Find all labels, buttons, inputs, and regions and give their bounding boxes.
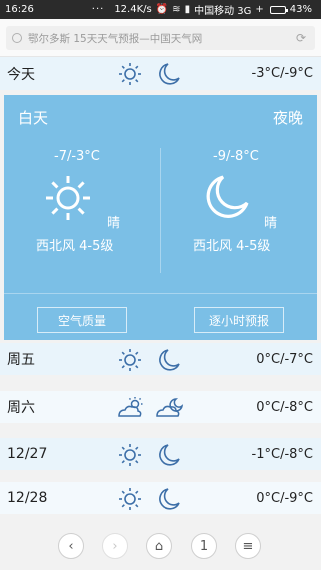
day-label: 12/27 (7, 446, 48, 462)
night-temp: -9/-8°C (213, 149, 259, 164)
column-divider (160, 148, 161, 273)
moon-icon (159, 488, 180, 510)
sun-icon-large (46, 176, 90, 220)
weather-icons (118, 397, 184, 417)
battery-percent: 43% (289, 4, 312, 15)
night-wind: 西北风 4-5级 (193, 239, 271, 254)
day-label: 12/28 (7, 490, 48, 506)
moon-icon (159, 63, 180, 85)
tab-count: 1 (199, 538, 209, 554)
tabs-button[interactable]: 1 (191, 533, 217, 559)
day-condition: 晴 (107, 216, 121, 231)
weather-icons (119, 63, 180, 85)
moon-icon (159, 349, 180, 371)
weather-icons (119, 444, 180, 466)
forecast-row[interactable]: 周六 0°C/-8°C (0, 391, 321, 423)
site-info-icon[interactable] (12, 33, 22, 43)
sun-icon (119, 63, 141, 85)
weather-icons (119, 349, 180, 371)
menu-icon: ≡ (242, 538, 254, 554)
url-field[interactable]: 鄂尔多斯 15天天气预报—中国天气网 ⟳ (6, 26, 315, 50)
menu-button[interactable]: ≡ (235, 533, 261, 559)
temp-range: 0°C/-9°C (256, 490, 313, 506)
page-title: 鄂尔多斯 15天天气预报—中国天气网 (28, 32, 203, 45)
panel-divider (4, 293, 317, 294)
air-quality-button[interactable]: 空气质量 (37, 307, 127, 333)
partly-cloudy-moon-icon (156, 398, 184, 417)
net-speed: 12.4K/s (114, 4, 152, 15)
sun-icon (119, 444, 141, 466)
sun-icon (119, 488, 141, 510)
battery-icon (269, 5, 288, 14)
day-wind: 西北风 4-5级 (36, 239, 114, 254)
temp-range: -1°C/-8°C (251, 446, 313, 462)
forecast-row[interactable]: 周五 0°C/-7°C (0, 343, 321, 375)
moon-icon-large (206, 175, 249, 218)
temp-range: 0°C/-8°C (256, 399, 313, 415)
alarm-icon: ⏰ (155, 4, 169, 15)
address-bar: 鄂尔多斯 15天天气预报—中国天气网 ⟳ (0, 19, 321, 57)
nighttime-label: 夜晚 (272, 109, 303, 127)
daytime-label: 白天 (18, 109, 49, 127)
temp-range: 0°C/-7°C (256, 351, 313, 367)
forecast-row[interactable]: 12/28 0°C/-9°C (0, 482, 321, 514)
status-bar: 16:26 ··· 12.4K/s ⏰ ≋ ▮ 中国移动 3G + 43% (0, 0, 321, 19)
browser-toolbar: ‹ › ⌂ 1 ≡ (0, 524, 321, 570)
temp-range: -3°C/-9°C (251, 66, 313, 81)
moon-icon (159, 444, 180, 466)
home-button[interactable]: ⌂ (146, 533, 172, 559)
partly-cloudy-sun-icon (118, 397, 143, 417)
status-dots: ··· (91, 4, 105, 15)
reload-icon[interactable]: ⟳ (293, 31, 309, 45)
day-label: 今天 (7, 66, 35, 83)
chevron-right-icon: › (112, 538, 118, 554)
chevron-left-icon: ‹ (68, 538, 74, 554)
forecast-row[interactable]: 12/27 -1°C/-8°C (0, 438, 321, 470)
sun-icon (119, 349, 141, 371)
weather-icons (119, 488, 180, 510)
night-condition: 晴 (264, 216, 278, 231)
day-label: 周五 (7, 352, 35, 368)
day-temp: -7/-3°C (54, 149, 100, 164)
day-label: 周六 (7, 400, 35, 416)
forecast-row-today[interactable]: 今天 -3°C/-9°C (0, 57, 321, 90)
status-time: 16:26 (5, 4, 34, 15)
back-button[interactable]: ‹ (58, 533, 84, 559)
signal-icon: ▮ (184, 4, 191, 15)
hourly-forecast-button[interactable]: 逐小时预报 (194, 307, 284, 333)
carrier-name: 中国移动 3G (194, 6, 252, 17)
wifi-icon: ≋ (172, 4, 181, 15)
home-icon: ⌂ (154, 538, 164, 554)
today-detail-panel: 白天 夜晚 -7/-3°C -9/-8°C 晴 晴 西北风 4-5级 西北风 4… (4, 95, 317, 340)
charging-icon: + (255, 4, 264, 15)
forward-button[interactable]: › (102, 533, 128, 559)
